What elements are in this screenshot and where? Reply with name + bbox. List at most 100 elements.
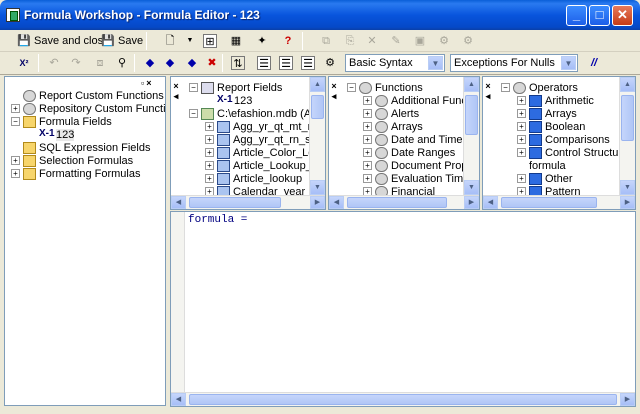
redo-button[interactable]: ↷ [66, 53, 86, 73]
scroll-down-icon[interactable]: ▼ [464, 180, 479, 195]
scroll-right-icon[interactable]: ▶ [620, 393, 635, 406]
tree-item[interactable]: + Formatting Formulas [11, 167, 140, 180]
tree-item[interactable]: + Arrays [517, 107, 577, 120]
new-button[interactable]: 🗋 [160, 31, 180, 51]
expert-button[interactable]: ✦ [252, 31, 272, 51]
save-button[interactable]: 💾 Save [98, 31, 146, 51]
cut-button[interactable]: ⧉ [316, 31, 336, 51]
check-button[interactable]: X² [14, 53, 34, 73]
scroll-left-icon[interactable]: ◀ [171, 393, 186, 406]
expand-icon[interactable]: + [517, 96, 526, 105]
scroll-thumb[interactable] [347, 197, 447, 208]
fields-vertical-scrollbar[interactable]: ▲ ▼ [309, 77, 325, 195]
tree-item[interactable]: + Selection Formulas [11, 154, 133, 167]
add-to-repository-button[interactable]: ⚙ [434, 31, 454, 51]
tree-item[interactable]: + Report Custom Functions [11, 89, 164, 102]
syntax-select[interactable]: Basic Syntax ▼ [345, 54, 445, 72]
collapse-icon[interactable]: − [11, 117, 20, 126]
expand-icon[interactable]: + [517, 174, 526, 183]
formula-editor[interactable]: ◀ ▶ [170, 211, 636, 407]
expand-icon[interactable]: + [363, 161, 372, 170]
scroll-thumb[interactable] [189, 394, 617, 405]
chevron-down-icon[interactable]: ▼ [561, 56, 576, 70]
scroll-thumb[interactable] [501, 197, 597, 208]
maximize-button[interactable]: □ [589, 5, 610, 26]
expand-icon[interactable]: + [11, 156, 20, 165]
expand-icon[interactable]: + [205, 122, 214, 131]
operators-vertical-scrollbar[interactable]: ▲ ▼ [619, 77, 635, 195]
scroll-left-icon[interactable]: ◀ [171, 196, 186, 209]
functions-horizontal-scrollbar[interactable]: ◀ ▶ [329, 195, 479, 209]
comment-button[interactable]: // [584, 53, 604, 73]
expand-icon[interactable]: + [517, 135, 526, 144]
panel-close-icon[interactable]: × [171, 81, 181, 91]
tree-item[interactable]: formula [529, 159, 566, 172]
minimize-button[interactable]: _ [566, 5, 587, 26]
expand-icon[interactable]: + [363, 109, 372, 118]
operators-horizontal-scrollbar[interactable]: ◀ ▶ [483, 195, 635, 209]
panel-pin-icon[interactable]: ◂ [329, 91, 339, 101]
expand-icon[interactable]: + [363, 148, 372, 157]
tree-item[interactable]: + Comparisons [517, 133, 610, 146]
scroll-thumb[interactable] [189, 197, 281, 208]
tree-item[interactable]: + Article_Lookup_Cri [205, 159, 325, 172]
tree-item[interactable]: − Functions [347, 81, 423, 94]
find-button[interactable]: ⚲ [112, 53, 132, 73]
properties-button[interactable]: ▦ [226, 31, 246, 51]
undo-button[interactable]: ↶ [44, 53, 64, 73]
scroll-right-icon[interactable]: ▶ [620, 196, 635, 209]
expand-icon[interactable]: + [517, 148, 526, 157]
scroll-left-icon[interactable]: ◀ [483, 196, 498, 209]
expand-icon[interactable]: + [363, 96, 372, 105]
expand-icon[interactable]: + [205, 161, 214, 170]
scroll-right-icon[interactable]: ▶ [464, 196, 479, 209]
tree-item[interactable]: + Date and Time [363, 133, 463, 146]
tree-item[interactable]: − Operators [501, 81, 578, 94]
tree-item[interactable]: + SQL Expression Fields [11, 141, 150, 154]
collapse-icon[interactable]: − [189, 109, 198, 118]
expand-icon[interactable]: + [11, 104, 20, 113]
expand-icon[interactable]: + [363, 135, 372, 144]
toggle-field-tree-button[interactable]: ☰ [254, 53, 274, 73]
scroll-right-icon[interactable]: ▶ [310, 196, 325, 209]
tree-item[interactable]: + Agg_yr_qt_mt_mn_ [205, 120, 325, 133]
panel-pin-icon[interactable]: ▫ [141, 78, 144, 88]
tree-item[interactable]: + Agg_yr_qt_rn_st_ln [205, 133, 325, 146]
title-bar[interactable]: Formula Workshop - Formula Editor - 123 … [0, 0, 640, 30]
scroll-down-icon[interactable]: ▼ [310, 180, 325, 195]
clear-bookmarks-button[interactable]: ✖ [202, 53, 222, 73]
tree-item[interactable]: + Article_lookup [205, 172, 302, 185]
toggle-function-tree-button[interactable]: ☰ [276, 53, 296, 73]
tree-item[interactable]: + Arithmetic [517, 94, 594, 107]
functions-vertical-scrollbar[interactable]: ▲ ▼ [463, 77, 479, 195]
toggle-properties-button[interactable]: ▣ [410, 31, 430, 51]
browse-data-button[interactable]: ⧈ [90, 53, 110, 73]
formula-text[interactable]: formula = [188, 214, 247, 226]
scroll-left-icon[interactable]: ◀ [329, 196, 344, 209]
tree-item[interactable]: + Control Structures [517, 146, 634, 159]
repository-button[interactable]: ⚙ [458, 31, 478, 51]
tree-item[interactable]: + Date Ranges [363, 146, 455, 159]
tree-item[interactable]: X-1 123 [39, 128, 75, 141]
tree-item[interactable]: − C:\efashion.mdb (Acce [189, 107, 325, 120]
collapse-icon[interactable]: − [189, 83, 198, 92]
next-bookmark-button[interactable]: ◆ [160, 53, 180, 73]
scroll-up-icon[interactable]: ▲ [620, 77, 635, 92]
tree-item[interactable]: + Article_Color_Lookup [205, 146, 325, 159]
tree-item[interactable]: + Alerts [363, 107, 419, 120]
expand-icon[interactable]: + [205, 148, 214, 157]
rename-button[interactable]: ✎ [386, 31, 406, 51]
panel-close-icon[interactable]: × [146, 78, 151, 88]
chevron-down-icon[interactable]: ▼ [428, 56, 443, 70]
help-button[interactable]: ? [278, 31, 298, 51]
tree-item[interactable]: + Repository Custom Functions [11, 102, 165, 115]
tree-item[interactable]: + Boolean [517, 120, 585, 133]
scroll-thumb[interactable] [311, 95, 324, 119]
custom-function-button[interactable]: ⚙ [320, 53, 340, 73]
scroll-thumb[interactable] [465, 95, 478, 135]
fields-horizontal-scrollbar[interactable]: ◀ ▶ [171, 195, 325, 209]
panel-pin-icon[interactable]: ◂ [483, 91, 493, 101]
collapse-icon[interactable]: − [347, 83, 356, 92]
toggle-tree-button[interactable]: ⊞ [200, 31, 220, 51]
copy-button[interactable]: ⎘ [340, 31, 360, 51]
